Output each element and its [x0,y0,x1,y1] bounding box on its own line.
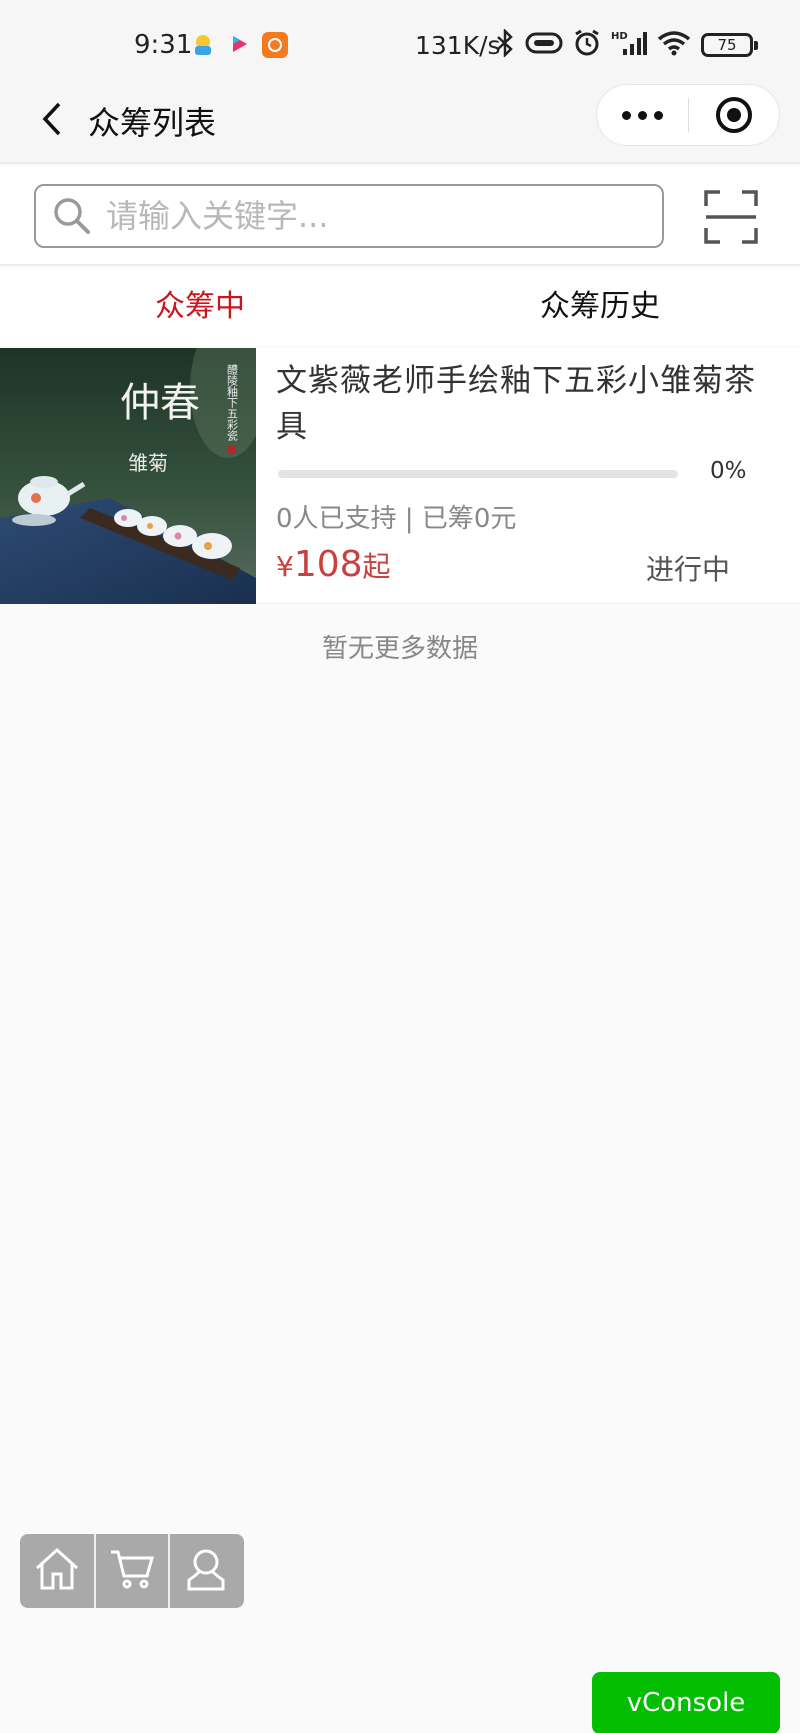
user-button[interactable] [168,1534,242,1608]
status-icons: HD 75 [495,27,758,62]
status-time: 9:31 [134,30,193,60]
item-title: 文紫薇老师手绘釉下五彩小雏菊茶具 [276,363,756,445]
orange-app-icon [262,32,288,58]
status-badge: 进行中 [646,553,731,586]
more-button[interactable] [597,85,688,145]
image-title-text: 仲春 [120,380,200,426]
close-dot [726,108,741,122]
kids-app-icon [190,32,216,58]
progress-bar [278,470,678,478]
back-button[interactable] [30,96,74,146]
alarm-icon [573,29,601,61]
close-button[interactable] [689,85,780,145]
image-vertical-text: 醴陵釉下五彩瓷 [226,364,239,441]
price: ¥108起 [276,544,391,585]
list-item[interactable]: 仲春 雏菊 醴陵釉下五彩瓷 文紫薇老师手绘釉下五彩小雏菊茶具 0% 0人已支持 … [0,348,800,604]
vconsole-button[interactable]: vConsole [592,1672,780,1733]
user-icon [183,1546,229,1596]
youku-app-icon [226,32,252,58]
tab-crowdfunding[interactable]: 众筹中 [0,268,400,346]
price-value: 108 [293,544,363,585]
more-dots-icon [621,110,631,120]
chevron-left-icon [41,101,63,141]
search-box[interactable] [34,184,664,248]
wifi-icon [657,30,691,60]
scan-icon[interactable] [704,190,758,244]
search-area [0,166,800,266]
price-currency: ¥ [276,550,294,583]
supporters-text: 0人已支持 | 已筹0元 [276,504,517,534]
more-dot [653,110,663,120]
cart-icon [109,1546,155,1596]
image-sub-text: 雏菊 [128,451,168,475]
hd-signal-icon: HD [611,29,647,61]
network-speed: 131K/s [415,31,501,60]
progress-percent: 0% [710,458,747,484]
tab-bar: 众筹中 众筹历史 [0,268,800,346]
product-image: 仲春 雏菊 醴陵釉下五彩瓷 [0,348,256,604]
svg-text:HD: HD [611,31,628,42]
floating-nav [20,1534,244,1608]
bluetooth-icon [495,27,515,61]
search-input[interactable] [106,197,646,235]
page-title: 众筹列表 [88,104,217,142]
target-close-icon [715,97,752,133]
home-button[interactable] [20,1534,94,1608]
battery-icon: 75 [701,33,758,57]
mini-program-capsule [596,84,780,146]
tab-history[interactable]: 众筹历史 [400,268,800,346]
status-bar: 9:31 131K/s HD 75 [0,0,800,80]
search-icon [42,186,102,246]
nfc-icon [525,31,563,59]
home-icon [34,1546,80,1596]
cart-button[interactable] [94,1534,168,1608]
nav-bar: 众筹列表 [0,80,800,164]
no-more-data: 暂无更多数据 [321,634,478,664]
more-dot [637,110,647,120]
price-suffix: 起 [362,550,391,583]
